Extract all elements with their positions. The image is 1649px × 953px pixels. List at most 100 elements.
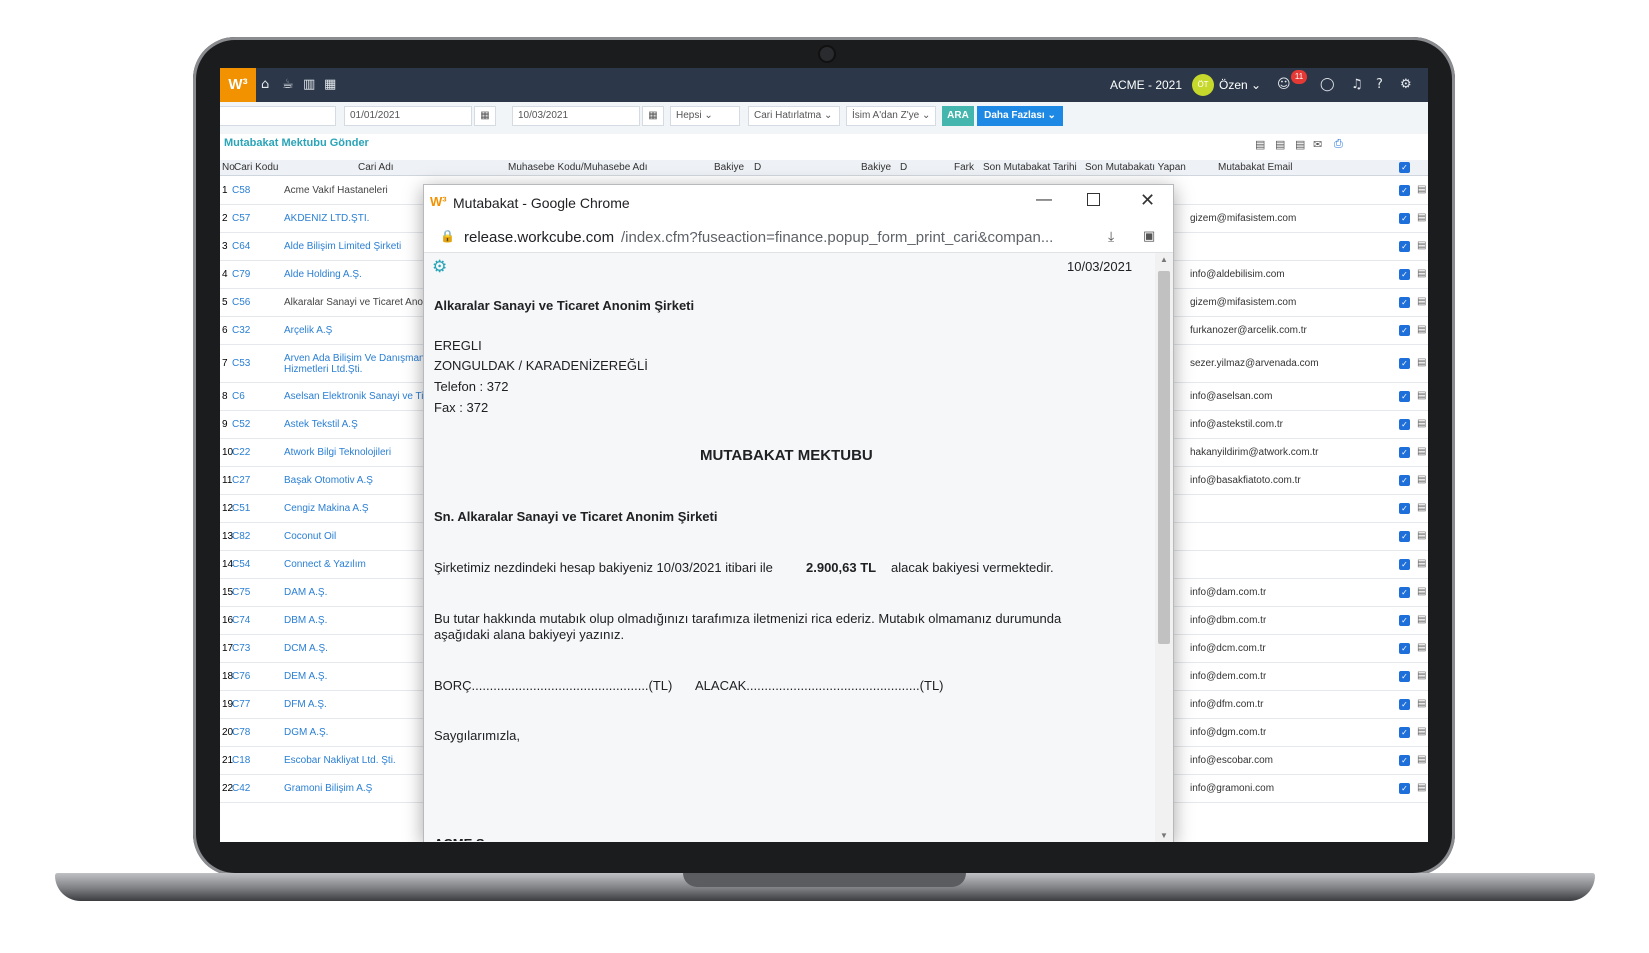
- cari-name-link[interactable]: Astek Tekstil A.Ş: [284, 419, 424, 430]
- cari-code-link[interactable]: C64: [232, 241, 250, 252]
- cari-name-link[interactable]: Aselsan Elektronik Sanayi ve Tic: [284, 391, 424, 402]
- cari-name-link[interactable]: AKDENİZ LTD.ŞTİ.: [284, 213, 424, 224]
- cari-code-link[interactable]: C58: [232, 185, 250, 196]
- gear-icon[interactable]: ⚙: [1400, 77, 1412, 92]
- cari-name-link[interactable]: DEM A.Ş.: [284, 671, 424, 682]
- cari-code-link[interactable]: C27: [232, 475, 250, 486]
- cari-name-link[interactable]: Gramoni Bilişim A.Ş: [284, 783, 424, 794]
- coffee-icon[interactable]: ☕: [282, 77, 294, 92]
- calendar-icon[interactable]: ▦: [474, 106, 496, 126]
- print-row-icon[interactable]: ▤: [1417, 642, 1426, 653]
- search-button[interactable]: ARA: [942, 106, 974, 126]
- print-row-icon[interactable]: ▤: [1417, 240, 1426, 251]
- cari-code-link[interactable]: C56: [232, 297, 250, 308]
- start-date-input[interactable]: 01/01/2021: [344, 106, 472, 126]
- cari-code-link[interactable]: C57: [232, 213, 250, 224]
- cari-name-link[interactable]: Arven Ada Bilişim Ve Danışmanl: [284, 353, 427, 364]
- row-checkbox[interactable]: ✓: [1399, 241, 1410, 252]
- cari-name-link[interactable]: Alde Holding A.Ş.: [284, 269, 424, 280]
- smiley-icon[interactable]: ☺: [1277, 77, 1291, 92]
- print-row-icon[interactable]: ▤: [1417, 446, 1426, 457]
- row-checkbox[interactable]: ✓: [1399, 213, 1410, 224]
- chat-icon[interactable]: ◯: [1320, 77, 1335, 92]
- excel-icon[interactable]: ▤: [1255, 138, 1265, 151]
- row-checkbox[interactable]: ✓: [1399, 531, 1410, 542]
- row-checkbox[interactable]: ✓: [1399, 643, 1410, 654]
- cari-name-link[interactable]: Alde Bilişim Limited Şirketi: [284, 241, 424, 252]
- cari-code-link[interactable]: C77: [232, 699, 250, 710]
- maximize-icon[interactable]: [1087, 193, 1100, 206]
- cari-name-link[interactable]: Başak Otomotiv A.Ş: [284, 475, 424, 486]
- gear-icon[interactable]: ⚙: [432, 257, 447, 277]
- popup-address-bar[interactable]: 🔒 release.workcube.com /index.cfm?fuseac…: [424, 221, 1173, 253]
- cari-code-link[interactable]: C82: [232, 531, 250, 542]
- avatar[interactable]: ÖT: [1192, 74, 1214, 96]
- scrollbar-thumb[interactable]: [1158, 271, 1170, 644]
- chart-icon[interactable]: ▥: [303, 77, 315, 92]
- popup-scrollbar[interactable]: ▲ ▼: [1155, 253, 1173, 842]
- row-checkbox[interactable]: ✓: [1399, 587, 1410, 598]
- row-checkbox[interactable]: ✓: [1399, 447, 1410, 458]
- cari-name-link[interactable]: Arçelik A.Ş: [284, 325, 424, 336]
- cari-code-link[interactable]: C76: [232, 671, 250, 682]
- row-checkbox[interactable]: ✓: [1399, 503, 1410, 514]
- row-checkbox[interactable]: ✓: [1399, 297, 1410, 308]
- cari-name-link[interactable]: Atwork Bilgi Teknolojileri: [284, 447, 424, 458]
- select-all-checkbox[interactable]: ✓: [1399, 162, 1410, 173]
- cari-code-link[interactable]: C78: [232, 727, 250, 738]
- sort-select[interactable]: İsim A'dan Z'ye ⌄: [846, 106, 936, 126]
- cari-code-link[interactable]: C54: [232, 559, 250, 570]
- row-checkbox[interactable]: ✓: [1399, 475, 1410, 486]
- minimize-icon[interactable]: —: [1036, 191, 1052, 209]
- row-checkbox[interactable]: ✓: [1399, 358, 1410, 369]
- company-selector[interactable]: ACME - 2021: [1110, 78, 1182, 92]
- print-row-icon[interactable]: ▤: [1417, 754, 1426, 765]
- row-checkbox[interactable]: ✓: [1399, 269, 1410, 280]
- close-icon[interactable]: ✕: [1140, 190, 1155, 211]
- cari-code-link[interactable]: C79: [232, 269, 250, 280]
- row-checkbox[interactable]: ✓: [1399, 783, 1410, 794]
- cari-code-link[interactable]: C52: [232, 419, 250, 430]
- cari-name-link[interactable]: Connect & Yazılım: [284, 559, 424, 570]
- row-checkbox[interactable]: ✓: [1399, 615, 1410, 626]
- row-checkbox[interactable]: ✓: [1399, 325, 1410, 336]
- scroll-up-icon[interactable]: ▲: [1160, 255, 1168, 264]
- print-row-icon[interactable]: ▤: [1417, 324, 1426, 335]
- download-icon[interactable]: ⤓: [1108, 228, 1114, 245]
- print-row-icon[interactable]: ▤: [1417, 586, 1426, 597]
- cari-name-link[interactable]: DGM A.Ş.: [284, 727, 424, 738]
- print-row-icon[interactable]: ▤: [1417, 268, 1426, 279]
- cari-code-link[interactable]: C73: [232, 643, 250, 654]
- pdf-icon[interactable]: ▤: [1295, 138, 1305, 151]
- row-checkbox[interactable]: ✓: [1399, 755, 1410, 766]
- print-row-icon[interactable]: ▤: [1417, 184, 1426, 195]
- bell-icon[interactable]: ♫: [1351, 77, 1363, 92]
- cari-code-link[interactable]: C32: [232, 325, 250, 336]
- cari-name-link[interactable]: Cengiz Makina A.Ş: [284, 503, 424, 514]
- print-row-icon[interactable]: ▤: [1417, 212, 1426, 223]
- cari-code-link[interactable]: C42: [232, 783, 250, 794]
- print-row-icon[interactable]: ▤: [1417, 558, 1426, 569]
- cari-code-link[interactable]: C22: [232, 447, 250, 458]
- cari-name[interactable]: Acme Vakıf Hastaneleri: [284, 185, 424, 196]
- workcube-logo[interactable]: W³: [220, 68, 256, 102]
- calendar-icon[interactable]: ▦: [642, 106, 664, 126]
- print-row-icon[interactable]: ▤: [1417, 418, 1426, 429]
- home-icon[interactable]: ⌂: [261, 77, 269, 92]
- print-row-icon[interactable]: ▤: [1417, 474, 1426, 485]
- cari-code-link[interactable]: C51: [232, 503, 250, 514]
- cari-name-link[interactable]: DCM A.Ş.: [284, 643, 424, 654]
- mail-icon[interactable]: ✉: [1313, 138, 1322, 151]
- print-row-icon[interactable]: ▤: [1417, 502, 1426, 513]
- user-menu[interactable]: Özen ⌄: [1219, 78, 1261, 92]
- print-row-icon[interactable]: ▤: [1417, 726, 1426, 737]
- type-select[interactable]: Hepsi ⌄: [670, 106, 740, 126]
- cari-name-link[interactable]: DBM A.Ş.: [284, 615, 424, 626]
- row-checkbox[interactable]: ✓: [1399, 559, 1410, 570]
- cari-code-link[interactable]: C53: [232, 358, 250, 369]
- print-icon[interactable]: ⎙: [1334, 138, 1343, 151]
- print-row-icon[interactable]: ▤: [1417, 670, 1426, 681]
- calendar-icon[interactable]: ▦: [324, 77, 336, 92]
- cari-code-link[interactable]: C75: [232, 587, 250, 598]
- cari-name-link[interactable]: DAM A.Ş.: [284, 587, 424, 598]
